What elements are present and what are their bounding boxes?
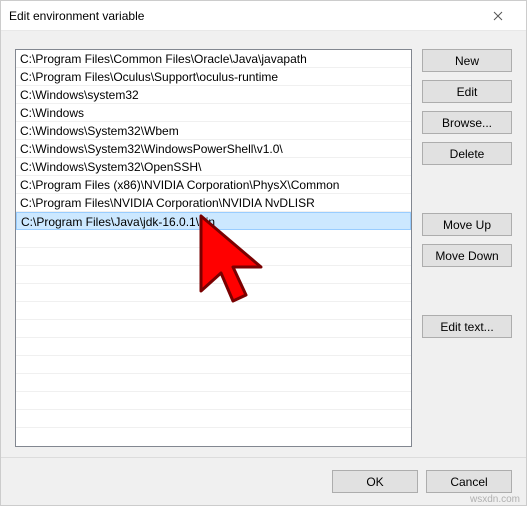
list-item[interactable]: C:\Program Files\NVIDIA Corporation\NVID… <box>16 194 411 212</box>
list-item[interactable]: C:\Program Files\Java\jdk-16.0.1\bin <box>16 212 411 230</box>
list-item <box>16 356 411 374</box>
close-button[interactable] <box>478 1 518 31</box>
list-item[interactable]: C:\Windows <box>16 104 411 122</box>
ok-button[interactable]: OK <box>332 470 418 493</box>
edit-button[interactable]: Edit <box>422 80 512 103</box>
new-button[interactable]: New <box>422 49 512 72</box>
button-column: New Edit Browse... Delete Move Up Move D… <box>422 49 512 443</box>
list-item <box>16 392 411 410</box>
title-bar: Edit environment variable <box>1 1 526 31</box>
cancel-button[interactable]: Cancel <box>426 470 512 493</box>
path-listbox[interactable]: C:\Program Files\Common Files\Oracle\Jav… <box>15 49 412 447</box>
move-down-button[interactable]: Move Down <box>422 244 512 267</box>
watermark: wsxdn.com <box>470 494 520 505</box>
list-item <box>16 230 411 248</box>
list-item <box>16 248 411 266</box>
edit-text-button[interactable]: Edit text... <box>422 315 512 338</box>
list-item <box>16 266 411 284</box>
list-item <box>16 320 411 338</box>
list-item <box>16 374 411 392</box>
dialog-footer: OK Cancel <box>1 457 526 505</box>
list-item <box>16 284 411 302</box>
list-item[interactable]: C:\Windows\system32 <box>16 86 411 104</box>
close-icon <box>493 11 503 21</box>
list-item <box>16 338 411 356</box>
browse-button[interactable]: Browse... <box>422 111 512 134</box>
dialog-window: Edit environment variable C:\Program Fil… <box>0 0 527 506</box>
list-item[interactable]: C:\Program Files\Oculus\Support\oculus-r… <box>16 68 411 86</box>
list-item[interactable]: C:\Program Files (x86)\NVIDIA Corporatio… <box>16 176 411 194</box>
list-item[interactable]: C:\Windows\System32\OpenSSH\ <box>16 158 411 176</box>
list-item <box>16 302 411 320</box>
list-item[interactable]: C:\Windows\System32\WindowsPowerShell\v1… <box>16 140 411 158</box>
move-up-button[interactable]: Move Up <box>422 213 512 236</box>
dialog-body: C:\Program Files\Common Files\Oracle\Jav… <box>1 31 526 457</box>
list-item <box>16 410 411 428</box>
list-item[interactable]: C:\Windows\System32\Wbem <box>16 122 411 140</box>
list-item[interactable]: C:\Program Files\Common Files\Oracle\Jav… <box>16 50 411 68</box>
delete-button[interactable]: Delete <box>422 142 512 165</box>
dialog-title: Edit environment variable <box>9 9 478 23</box>
